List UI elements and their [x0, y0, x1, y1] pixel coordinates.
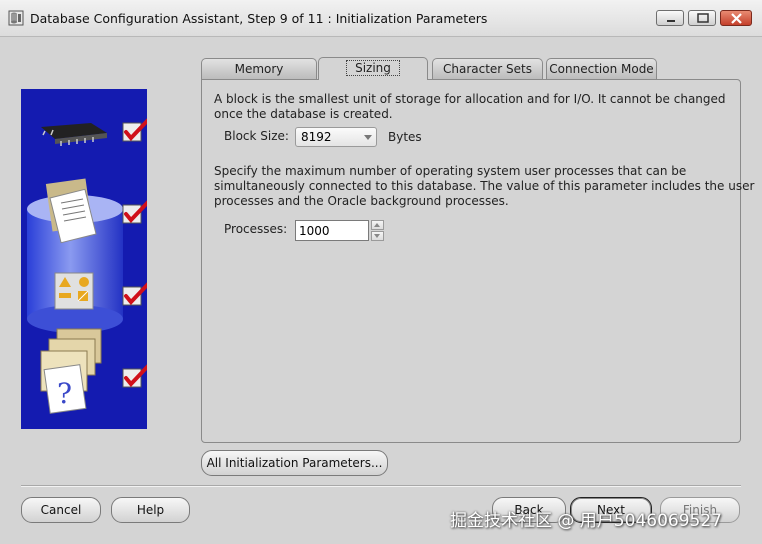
- block-size-label: Block Size:: [224, 129, 289, 143]
- wizard-illustration: ?: [21, 89, 147, 429]
- minimize-icon: [667, 20, 675, 22]
- chevron-down-icon: [364, 135, 372, 140]
- tab-character-sets[interactable]: Character Sets: [432, 58, 543, 79]
- tab-memory[interactable]: Memory: [201, 58, 317, 79]
- svg-text:?: ?: [57, 377, 72, 410]
- block-description-line-2: once the database is created.: [214, 107, 393, 121]
- close-icon: [731, 13, 742, 24]
- tab-sizing-label: Sizing: [346, 60, 400, 76]
- close-button[interactable]: [720, 10, 752, 26]
- block-size-unit: Bytes: [388, 130, 422, 144]
- processes-input[interactable]: [295, 220, 369, 241]
- footer-separator: [21, 485, 741, 487]
- tab-connection-mode[interactable]: Connection Mode: [546, 58, 657, 79]
- watermark-text: 掘金技术社区 @ 用户5046069527: [450, 511, 722, 531]
- processes-description-line-2: simultaneously connected to this databas…: [214, 179, 755, 193]
- processes-description-line-1: Specify the maximum number of operating …: [214, 164, 687, 178]
- spinner-down-icon[interactable]: [371, 231, 384, 241]
- cancel-button[interactable]: Cancel: [21, 497, 101, 523]
- processes-label: Processes:: [224, 222, 288, 236]
- connection-help-icon: ?: [40, 328, 102, 414]
- maximize-button[interactable]: [688, 10, 716, 26]
- processes-spinner[interactable]: [371, 220, 384, 241]
- block-size-dropdown[interactable]: 8192: [295, 127, 377, 147]
- step-checkmarks: [122, 118, 147, 388]
- maximize-icon: [697, 13, 709, 23]
- minimize-button[interactable]: [656, 10, 684, 26]
- spinner-up-icon[interactable]: [371, 220, 384, 230]
- block-description-line-1: A block is the smallest unit of storage …: [214, 92, 726, 106]
- processes-description-line-3: processes and the Oracle background proc…: [214, 194, 509, 208]
- database-app-icon: [8, 10, 24, 26]
- memory-chip-icon: [41, 123, 107, 146]
- tab-sizing[interactable]: Sizing: [318, 57, 428, 80]
- help-button[interactable]: Help: [111, 497, 190, 523]
- block-size-value: 8192: [301, 130, 332, 144]
- character-shapes-icon: [54, 272, 94, 310]
- title-bar: Database Configuration Assistant, Step 9…: [0, 0, 762, 37]
- window-title: Database Configuration Assistant, Step 9…: [30, 11, 488, 26]
- all-initialization-parameters-button[interactable]: All Initialization Parameters...: [201, 450, 388, 476]
